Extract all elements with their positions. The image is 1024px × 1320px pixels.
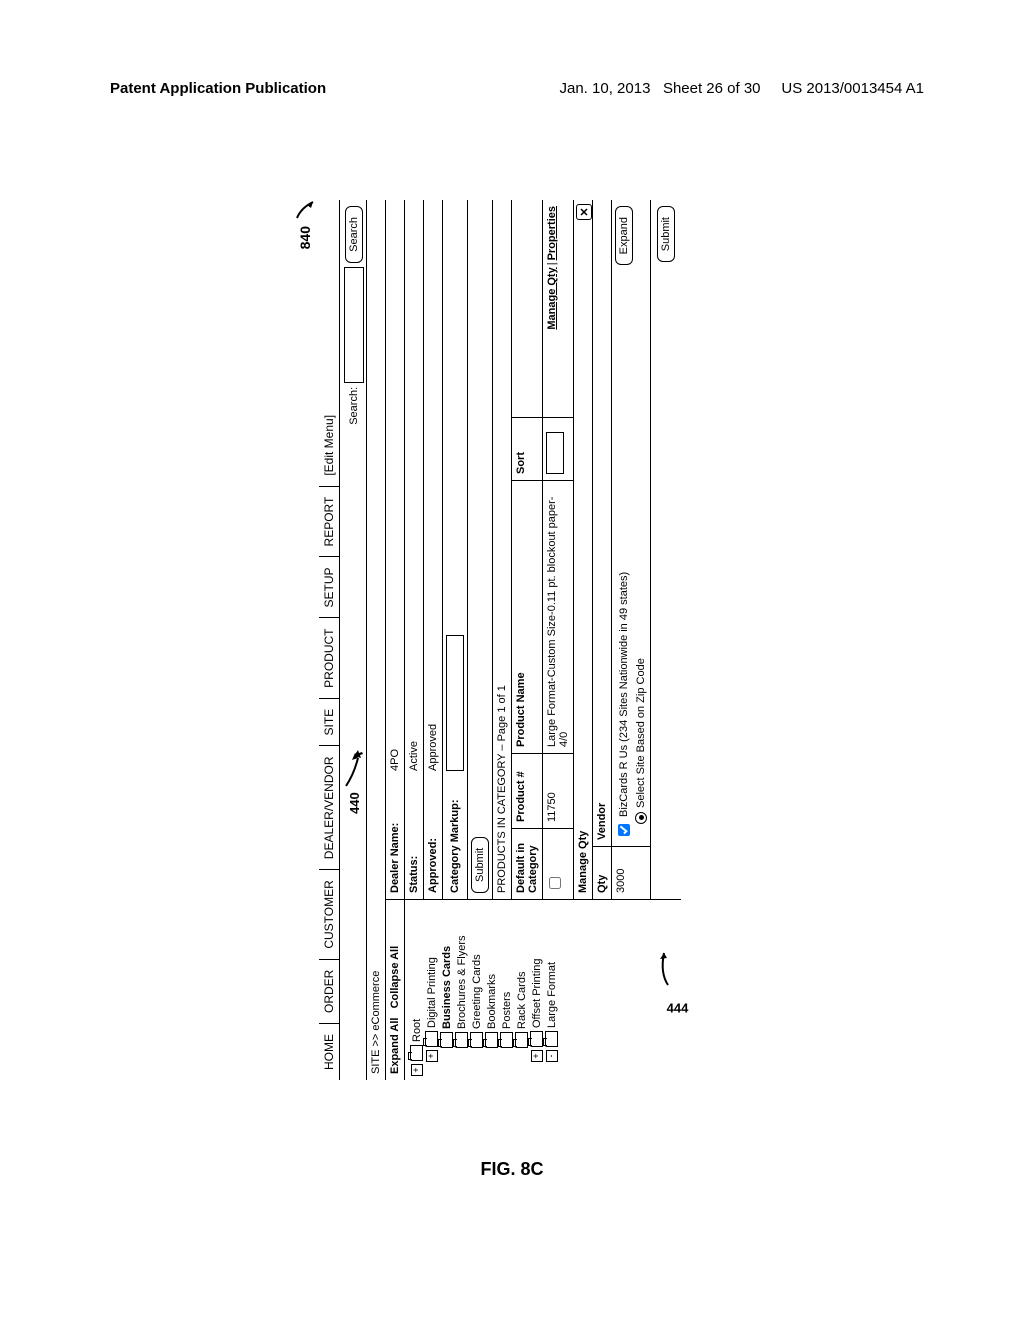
folder-icon [530, 1031, 543, 1047]
product-row: 11750 Large Format-Custom Size-0.11 pt. … [543, 200, 574, 899]
sort-input[interactable] [546, 432, 564, 474]
zip-radio[interactable] [635, 812, 647, 824]
expand-all-link[interactable]: Expand All [389, 1018, 401, 1074]
product-number: 11750 [543, 753, 573, 828]
folder-icon [410, 1045, 423, 1061]
tree-node-posters[interactable]: Posters [499, 904, 514, 1076]
manage-qty-panel: Manage Qty ✕ Qty Vendor 3000 BizCards R … [574, 200, 651, 899]
tree-node-root[interactable]: + Root [409, 904, 424, 1076]
products-table-header: Default in Category Product # Product Na… [512, 200, 543, 899]
col-product-name: Product Name [512, 480, 542, 753]
col-product-no: Product # [512, 753, 542, 828]
approved-row: Approved: Approved [424, 200, 443, 899]
expand-icon[interactable]: + [426, 1050, 438, 1062]
folder-icon [425, 1031, 438, 1047]
products-header: PRODUCTS IN CATEGORY – Page 1 of 1 [493, 200, 512, 899]
callout-444-leader [658, 947, 675, 987]
menu-site[interactable]: SITE [319, 698, 339, 746]
folder-icon [515, 1032, 528, 1048]
expand-icon[interactable]: + [531, 1050, 543, 1062]
tree-node-large-format[interactable]: - Large Format [544, 904, 559, 1076]
zip-radio-label: Select Site Based on Zip Code [635, 658, 647, 808]
category-markup-row: Category Markup: [443, 200, 468, 899]
tree-node-greeting-cards[interactable]: Greeting Cards [469, 904, 484, 1076]
collapse-all-link[interactable]: Collapse All [389, 946, 401, 1009]
tree-node-bookmarks[interactable]: Bookmarks [484, 904, 499, 1076]
tree-node-business-cards[interactable]: Business Cards [439, 904, 454, 1076]
dealer-name-row: Dealer Name: 4PO [386, 200, 405, 899]
tree-node-offset-printing[interactable]: + Offset Printing [529, 904, 544, 1076]
menu-product[interactable]: PRODUCT [319, 617, 339, 697]
main-area: Expand All Collapse All + Root + Digital… [386, 200, 681, 1080]
manage-qty-title: Manage Qty ✕ [574, 200, 593, 899]
approved-value: Approved [427, 724, 439, 771]
folder-icon [470, 1032, 483, 1048]
default-in-category-checkbox[interactable] [549, 877, 561, 889]
folder-icon [500, 1032, 513, 1048]
search-button[interactable]: Search [345, 206, 363, 263]
dealer-name-value: 4PO [389, 749, 401, 771]
menu-dealer-vendor[interactable]: DEALER/VENDOR [319, 746, 339, 870]
cursor-arrow-icon [344, 746, 364, 788]
callout-arrow-icon [293, 198, 317, 222]
submit-row: 444 Submit [651, 200, 681, 899]
menu-report[interactable]: REPORT [319, 486, 339, 557]
main-menu: HOME ORDER CUSTOMER DEALER/VENDOR SITE P… [319, 200, 340, 1080]
properties-link[interactable]: Properties [546, 206, 558, 260]
vendor-label: BizCards R Us (234 Sites Nationwide in 4… [618, 572, 630, 817]
markup-submit-row: Submit [468, 200, 493, 899]
submit-button[interactable]: Submit [657, 206, 675, 262]
collapse-icon[interactable]: - [546, 1050, 558, 1062]
status-row: Status: Active [405, 200, 424, 899]
page-header: Patent Application Publication Jan. 10, … [110, 80, 924, 97]
menu-home[interactable]: HOME [319, 1023, 339, 1080]
tree-node-brochures-flyers[interactable]: Brochures & Flyers [454, 904, 469, 1076]
cursor-callout: 440 [344, 746, 364, 814]
search-input[interactable] [344, 267, 364, 383]
menu-order[interactable]: ORDER [319, 959, 339, 1023]
callout-444: 444 [667, 1001, 689, 1016]
manage-qty-link[interactable]: Manage Qty [546, 267, 558, 329]
col-default: Default in Category [512, 828, 542, 899]
figure-label: FIG. 8C [480, 1159, 543, 1180]
col-sort: Sort [512, 417, 542, 480]
expand-icon[interactable]: + [411, 1064, 423, 1076]
product-name: Large Format-Custom Size-0.11 pt. blocko… [543, 480, 573, 753]
folder-icon [545, 1031, 558, 1047]
markup-submit-button[interactable]: Submit [471, 837, 489, 893]
pub-left: Patent Application Publication [110, 80, 326, 97]
tree-column: Expand All Collapse All + Root + Digital… [386, 899, 681, 1080]
expand-button[interactable]: Expand [615, 206, 633, 265]
manage-qty-header: Qty Vendor [593, 200, 612, 899]
qty-value: 3000 [612, 846, 650, 899]
category-tree: + Root + Digital Printing Business Cards [405, 900, 563, 1080]
details-column: Dealer Name: 4PO Status: Active Approved… [386, 200, 681, 899]
tree-expand-collapse: Expand All Collapse All [386, 900, 405, 1080]
tree-node-digital-printing[interactable]: + Digital Printing [424, 904, 439, 1076]
menu-customer[interactable]: CUSTOMER [319, 869, 339, 958]
breadcrumb: SITE >> eCommerce [367, 200, 386, 1080]
search-label: Search: [348, 387, 360, 425]
tree-node-rack-cards[interactable]: Rack Cards [514, 904, 529, 1076]
menu-setup[interactable]: SETUP [319, 556, 339, 617]
status-value: Active [408, 741, 420, 771]
header-row: 440 Search: Search [340, 200, 367, 1080]
folder-icon [455, 1032, 468, 1048]
pub-right: Jan. 10, 2013 Sheet 26 of 30 US 2013/001… [560, 80, 925, 97]
app-window: 840 HOME ORDER CUSTOMER DEALER/VENDOR SI… [319, 200, 681, 1080]
callout-arrow-icon [658, 947, 672, 987]
vendor-checkbox[interactable] [618, 824, 630, 836]
folder-icon [440, 1032, 453, 1048]
callout-840: 840 [293, 198, 317, 249]
manage-qty-row: 3000 BizCards R Us (234 Sites Nationwide… [612, 200, 650, 899]
menu-edit-link[interactable]: [Edit Menu] [319, 405, 339, 486]
category-markup-input[interactable] [446, 635, 464, 771]
close-icon[interactable]: ✕ [576, 204, 592, 220]
folder-icon [485, 1032, 498, 1048]
